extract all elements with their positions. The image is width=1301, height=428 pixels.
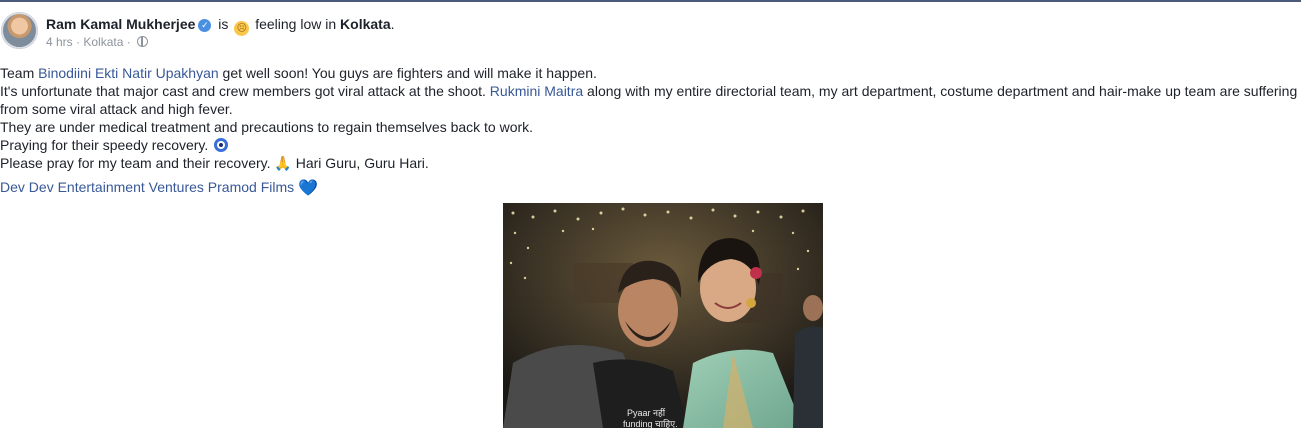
tag-link-dev-entertainment[interactable]: Dev Entertainment Ventures xyxy=(29,179,204,195)
meta-separator: · xyxy=(76,35,81,49)
line1-prefix: Team xyxy=(0,65,35,81)
post-line-4: Praying for their speedy recovery. xyxy=(0,136,1298,154)
post-time[interactable]: 4 hrs xyxy=(46,35,73,49)
post-photo[interactable]: Pyaar नहीं funding चाहिए. xyxy=(503,203,823,428)
line5-text-b: Hari Guru, Guru Hari. xyxy=(295,155,429,171)
feeling-location[interactable]: Kolkata xyxy=(340,16,391,32)
tagged-pages: Dev Dev Entertainment Ventures Pramod Fi… xyxy=(0,178,318,198)
person-link-rukmini[interactable]: Rukmini Maitra xyxy=(490,83,583,99)
tag-link-pramod-films[interactable]: Pramod Films xyxy=(208,179,294,195)
verified-badge-icon: ✓ xyxy=(198,19,212,32)
line4-text: Praying for their speedy recovery. xyxy=(0,137,209,153)
tshirt-text-2: funding चाहिए. xyxy=(623,418,678,428)
sad-face-emoji-icon: ☹ xyxy=(234,21,250,36)
meta-separator: · xyxy=(126,35,131,49)
post-line-3: They are under medical treatment and pre… xyxy=(0,119,534,135)
post-line-5: Please pray for my team and their recove… xyxy=(0,154,1298,172)
post-line-1: Team Binodiini Ekti Natir Upakhyan get w… xyxy=(0,64,1298,82)
tag-link-dev[interactable]: Dev xyxy=(0,179,25,195)
blue-heart-emoji-icon: 💙 xyxy=(298,180,318,197)
feeling-text: feeling low in xyxy=(255,16,337,32)
top-border xyxy=(0,0,1301,2)
line2-prefix: It's unfortunate that major cast and cre… xyxy=(0,83,486,99)
post-header: Ram Kamal Mukherjee ✓ is ☹ feeling low in… xyxy=(46,16,395,36)
header-period: . xyxy=(390,16,395,32)
tshirt-text-1: Pyaar नहीं xyxy=(627,407,666,418)
post-body: Team Binodiini Ekti Natir Upakhyan get w… xyxy=(0,64,1298,172)
folded-hands-emoji-icon: 🙏 xyxy=(274,155,292,171)
post-meta: 4 hrs · Kolkata · xyxy=(46,35,149,49)
globe-icon[interactable] xyxy=(137,36,149,47)
line5-text-a: Please pray for my team and their recove… xyxy=(0,155,271,171)
nazar-amulet-emoji-icon xyxy=(214,138,229,152)
post-line-2: It's unfortunate that major cast and cre… xyxy=(0,82,1298,118)
page-link-binodiini[interactable]: Binodiini Ekti Natir Upakhyan xyxy=(38,65,219,81)
author-avatar[interactable] xyxy=(1,12,38,49)
author-name[interactable]: Ram Kamal Mukherjee xyxy=(46,16,195,32)
photo-illustration: Pyaar नहीं funding चाहिए. xyxy=(503,203,823,428)
line1-suffix: get well soon! You guys are fighters and… xyxy=(222,65,597,81)
is-word: is xyxy=(218,16,229,32)
meta-location[interactable]: Kolkata xyxy=(83,35,123,49)
